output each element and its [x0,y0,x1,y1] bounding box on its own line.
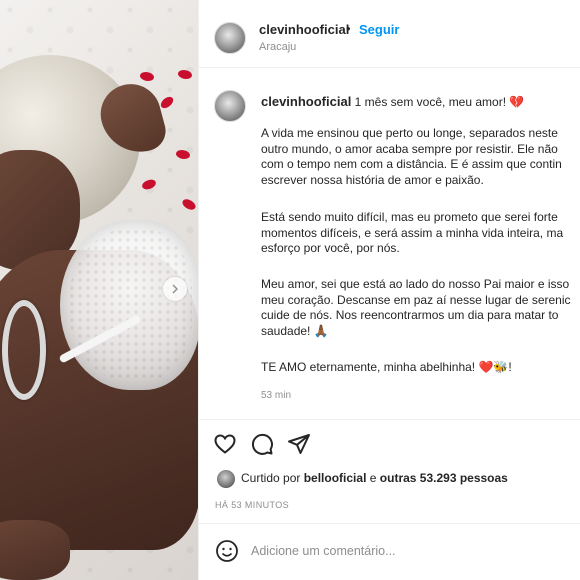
avatar[interactable] [214,22,246,54]
post-header: clevinhooficial • Seguir Aracaju [199,0,580,68]
likes-prefix: Curtido por [241,471,301,485]
comment-input[interactable] [251,540,551,562]
post-author-username[interactable]: clevinhooficial [259,22,349,37]
action-bar [199,420,580,464]
liker-avatar[interactable] [217,470,235,488]
caption-paragraph: Meu amor, sei que está ao lado do nosso … [261,277,571,338]
caption-paragraph: Está sendo muito difícil, mas eu prometo… [261,210,564,255]
likes-connector: e [369,471,377,485]
comment-icon[interactable] [250,432,274,456]
comment-bar [199,523,580,580]
separator-dot: • [346,21,351,36]
caption-paragraph: A vida me ensinou que perto ou longe, se… [261,126,562,187]
caption-first-line: clevinhooficial 1 mês sem você, meu amor… [261,94,580,109]
caption-time: 53 min [261,390,292,401]
caption-paragraph: TE AMO eternamente, minha abelhinha! ❤️🐝… [261,360,512,374]
carousel-next-button[interactable] [163,277,187,301]
white-lace-top [60,220,198,390]
follow-button[interactable]: Seguir [359,22,399,37]
caption-username[interactable]: clevinhooficial [261,94,351,109]
silver-bracelet [2,300,46,400]
liker-username[interactable]: bellooficial [304,471,367,485]
emoji-icon[interactable] [215,539,239,563]
post-timestamp[interactable]: HÁ 53 MINUTOS [215,500,289,510]
post-photo[interactable] [0,0,198,580]
caption-area[interactable]: clevinhooficial 1 mês sem você, meu amor… [199,68,580,420]
likes-count[interactable]: outras 53.293 pessoas [380,471,508,485]
likes-text: Curtido por bellooficial e outras 53.293… [241,471,508,485]
heart-icon[interactable] [213,432,237,456]
caption-text: 1 mês sem você, meu amor! 💔 [354,95,525,109]
share-icon[interactable] [287,432,311,456]
likes-summary: Curtido por bellooficial e outras 53.293… [199,466,580,490]
post-location[interactable]: Aracaju [259,41,296,53]
post-details-panel: clevinhooficial • Seguir Aracaju clevinh… [198,0,580,580]
chevron-right-icon [172,284,178,294]
hand [0,520,70,580]
avatar[interactable] [214,90,246,122]
